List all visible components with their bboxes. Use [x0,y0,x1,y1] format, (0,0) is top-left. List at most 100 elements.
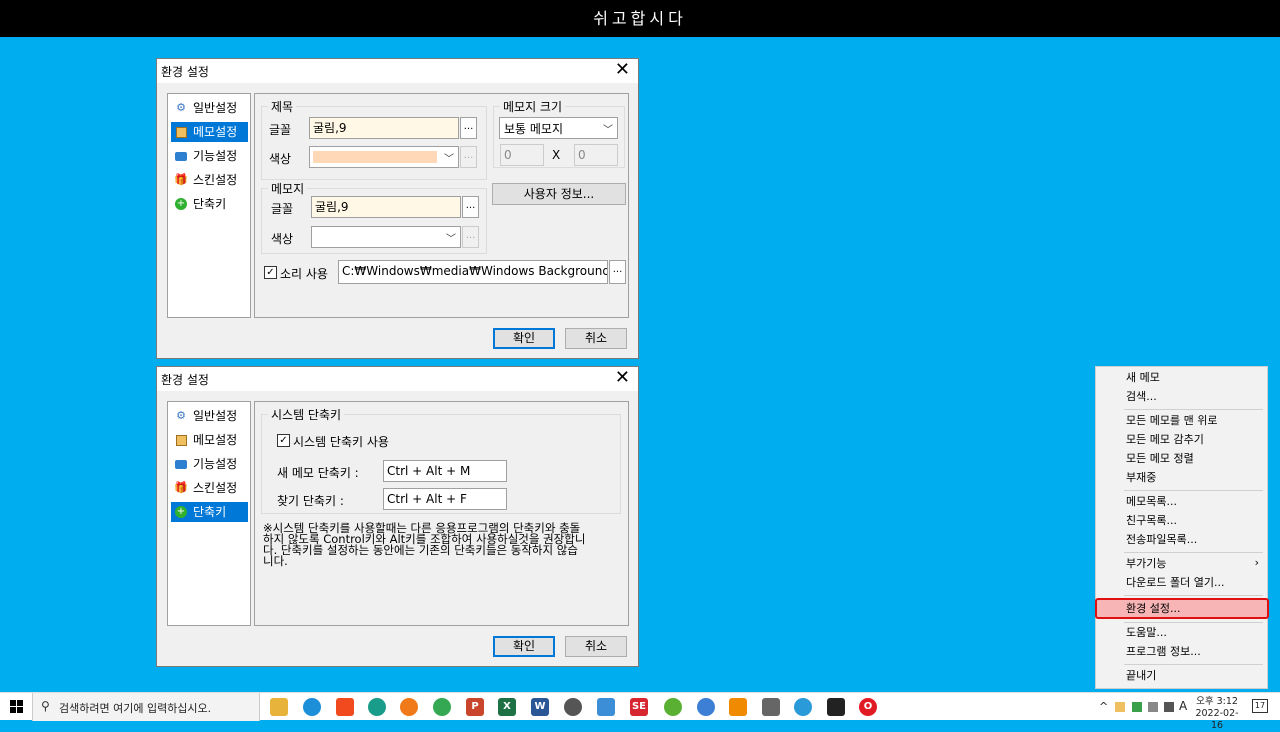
ok-button[interactable]: 확인 [493,328,555,349]
close-icon[interactable]: ✕ [615,60,630,80]
app-icon[interactable] [664,698,682,716]
powerpoint-icon[interactable]: P [466,698,484,716]
app-se-icon[interactable]: SE [630,698,648,716]
cancel-button[interactable]: 취소 [565,636,627,657]
excel-icon[interactable]: X [498,698,516,716]
new-memo-shortcut-field[interactable]: Ctrl + Alt + M [383,460,507,482]
system-shortcut-checkbox[interactable]: ✓ [277,434,290,447]
memo-tray-icon[interactable] [1115,702,1125,712]
app-icon[interactable] [794,698,812,716]
memo-font-browse-button[interactable]: ... [462,196,479,218]
menu-separator [1124,490,1263,491]
menu-item-new-memo[interactable]: 새 메모 [1096,369,1267,387]
tray-app-icon[interactable] [1132,702,1142,712]
memo-size-combo[interactable]: 보통 메모지 ﹀ [499,117,618,139]
nav-item-skin[interactable]: 🎁 스킨설정 [171,478,248,498]
menu-item-addons[interactable]: 부가기능 [1096,555,1267,573]
nav-item-memo[interactable]: 메모설정 [171,122,248,142]
word-icon[interactable]: W [531,698,549,716]
menu-item-memo-list[interactable]: 메모목록... [1096,493,1267,511]
sound-path-field[interactable]: C:₩Windows₩media₩Windows Background.wa [338,260,608,284]
dialog-titlebar[interactable]: 환경 설정 ✕ [157,59,638,83]
nav-item-shortcut[interactable]: + 단축키 [171,502,248,522]
memo-color-browse-button[interactable]: ... [462,226,479,248]
opera-icon[interactable]: O [859,698,877,716]
network-icon[interactable] [1148,702,1158,712]
speaker-icon[interactable] [1164,702,1174,712]
chrome-icon[interactable] [433,698,451,716]
memo-width-field[interactable]: 0 [500,144,544,166]
title-font-field[interactable]: 굴림,9 [309,117,459,139]
menu-separator [1124,595,1263,596]
menu-item-label: 부가기능 [1126,557,1167,570]
nav-item-function[interactable]: 기능설정 [171,146,248,166]
menu-item-exit[interactable]: 끝내기 [1096,667,1267,685]
tray-overflow-icon[interactable]: ^ [1099,700,1108,713]
find-shortcut-field[interactable]: Ctrl + Alt + F [383,488,507,510]
title-color-combo[interactable]: ﹀ [309,146,459,168]
nav-item-general[interactable]: ⚙ 일반설정 [171,406,248,426]
app-icon[interactable] [697,698,715,716]
gear-icon: ⚙ [176,101,186,114]
app-icon[interactable] [368,698,386,716]
sticky-note-icon[interactable] [827,698,845,716]
menu-item-bring-all-to-top[interactable]: 모든 메모를 맨 위로 [1096,412,1267,430]
keyboard-icon [174,457,188,471]
sound-browse-button[interactable]: ... [609,260,626,284]
nav-item-label: 단축키 [193,505,227,519]
menu-item-search[interactable]: 검색... [1096,388,1267,406]
file-explorer-icon[interactable] [270,698,288,716]
menu-item-arrange-all[interactable]: 모든 메모 정렬 [1096,450,1267,468]
notification-icon[interactable]: 17 [1252,699,1268,713]
title-color-browse-button[interactable]: ... [460,146,477,168]
gear-icon: ⚙ [176,409,186,422]
menu-item-friend-list[interactable]: 친구목록... [1096,512,1267,530]
nav-item-skin[interactable]: 🎁 스킨설정 [171,170,248,190]
windows-start-icon[interactable] [10,700,23,713]
memo-font-field[interactable]: 굴림,9 [311,196,461,218]
vlc-icon[interactable] [729,698,747,716]
edge-icon[interactable] [303,698,321,716]
dialog-title: 환경 설정 [161,65,209,79]
menu-item-settings[interactable]: 환경 설정... [1095,598,1269,619]
taskbar-search[interactable]: ⚲ 검색하려면 여기에 입력하십시오. [32,693,260,721]
nav-item-shortcut[interactable]: + 단축키 [171,194,248,214]
brave-icon[interactable] [336,698,354,716]
color-swatch [313,151,437,163]
ok-button[interactable]: 확인 [493,636,555,657]
title-font-browse-button[interactable]: ... [460,117,477,139]
app-icon[interactable] [597,698,615,716]
ime-indicator[interactable]: A [1179,699,1187,713]
system-shortcut-legend: 시스템 단축키 [271,408,342,422]
sound-checkbox[interactable]: ✓ [264,266,277,279]
nav-item-label: 기능설정 [193,149,238,163]
menu-item-away[interactable]: 부재중 [1096,469,1267,487]
clock[interactable]: 오후 3:12 2022-02-16 [1192,693,1242,732]
settings-nav: ⚙ 일반설정 메모설정 기능설정 🎁 스킨설정 + 단축키 [167,401,251,626]
menu-item-transfer-list[interactable]: 전송파일목록... [1096,531,1267,549]
menu-separator [1124,664,1263,665]
nav-item-memo[interactable]: 메모설정 [171,430,248,450]
tray-context-menu: 새 메모 검색... 모든 메모를 맨 위로 모든 메모 감추기 모든 메모 정… [1095,366,1269,689]
title-group-legend: 제목 [271,100,294,114]
menu-item-open-download-folder[interactable]: 다운로드 폴더 열기... [1096,574,1267,592]
menu-item-about[interactable]: 프로그램 정보... [1096,643,1267,661]
memo-color-combo[interactable]: ﹀ [311,226,461,248]
memo-group-legend: 메모지 [271,182,305,196]
menu-item-help[interactable]: 도움말... [1096,624,1267,642]
nav-item-function[interactable]: 기능설정 [171,454,248,474]
dialog-titlebar[interactable]: 환경 설정 ✕ [157,367,638,391]
shortcut-note: ※시스템 단축키를 사용할때는 다른 응용프로그램의 단축키와 충돌 하지 않도… [263,522,585,568]
note-line: 니다. [263,554,288,568]
close-icon[interactable]: ✕ [615,368,630,388]
tool-icon[interactable] [564,698,582,716]
menu-item-hide-all[interactable]: 모든 메모 감추기 [1096,431,1267,449]
chevron-down-icon: ﹀ [603,125,613,136]
cancel-button[interactable]: 취소 [565,328,627,349]
nav-item-general[interactable]: ⚙ 일반설정 [171,98,248,118]
firefox-icon[interactable] [400,698,418,716]
memo-size-value: 보통 메모지 [504,122,564,136]
calculator-icon[interactable] [762,698,780,716]
user-info-button[interactable]: 사용자 정보... [492,183,626,205]
memo-height-field[interactable]: 0 [574,144,618,166]
